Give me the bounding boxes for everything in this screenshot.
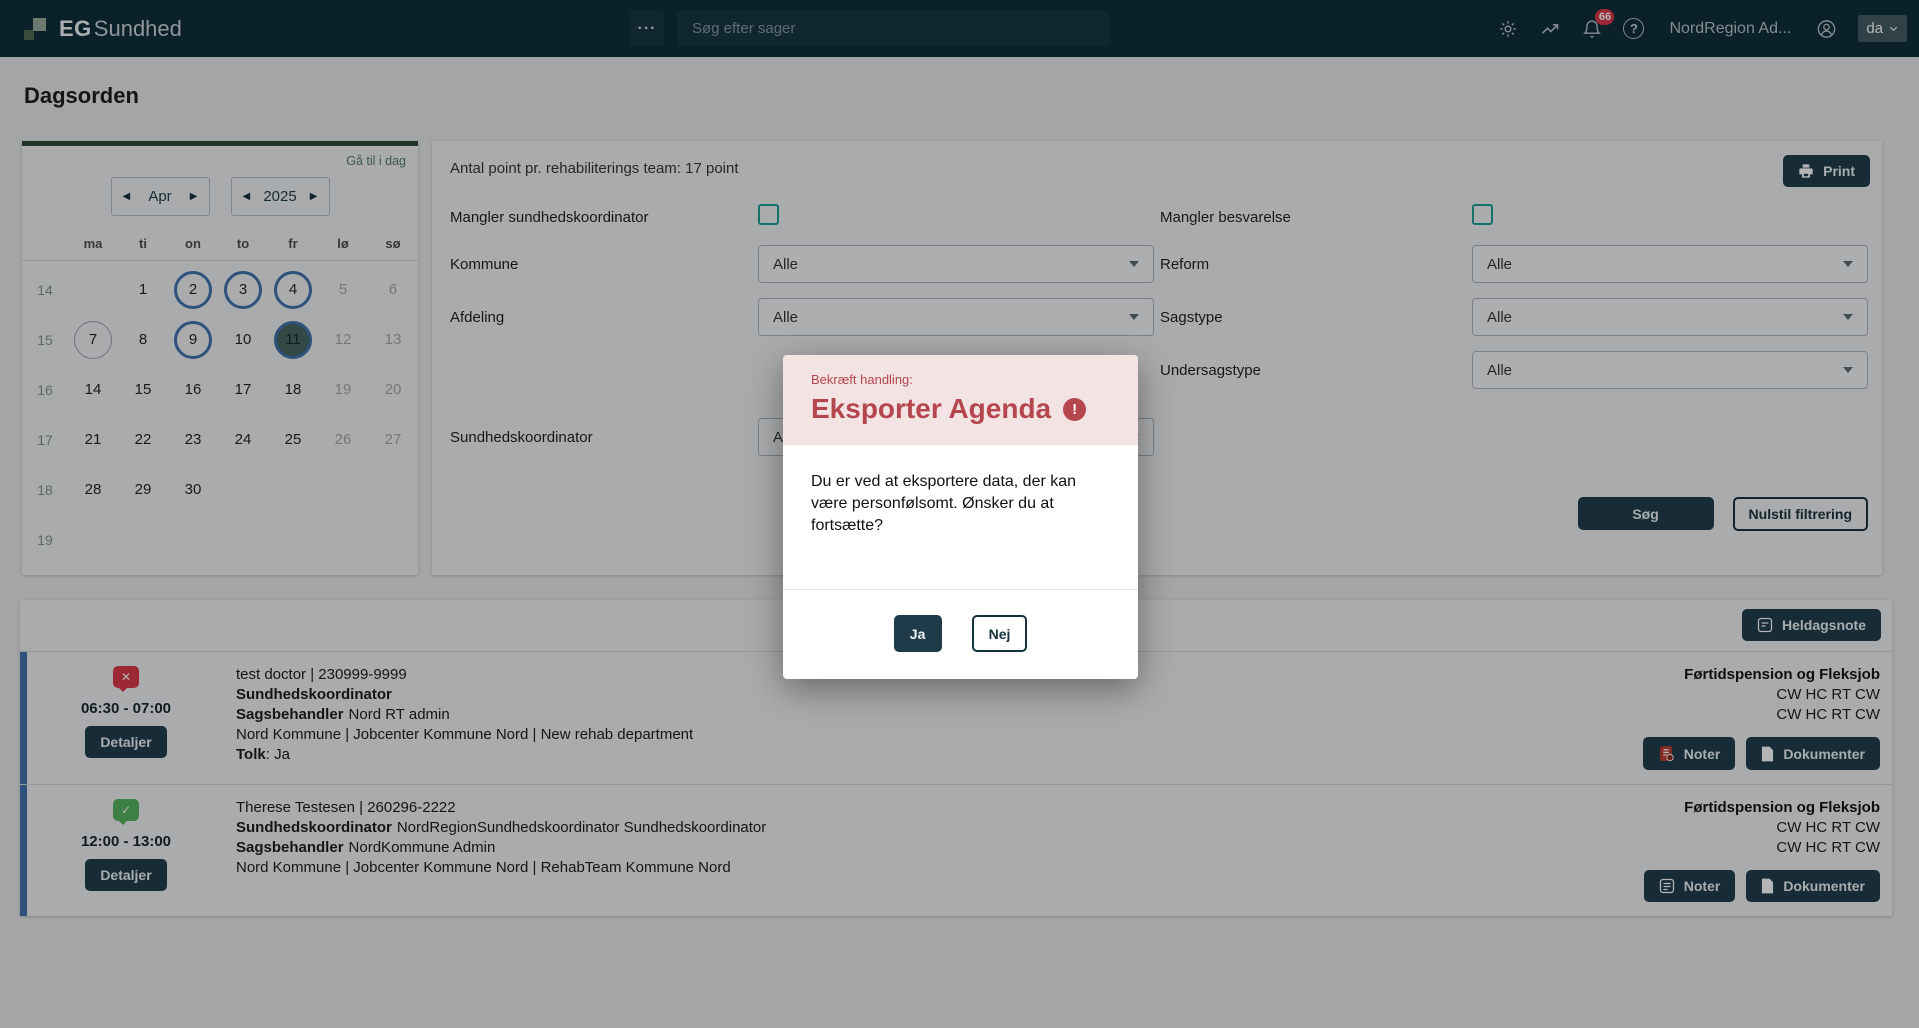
modal-title: Eksporter Agenda	[811, 393, 1051, 425]
modal-kicker: Bekræft handling:	[811, 372, 1110, 387]
confirm-export-modal: Bekræft handling: Eksporter Agenda ! Du …	[783, 355, 1138, 679]
confirm-no-button[interactable]: Nej	[972, 615, 1028, 652]
confirm-yes-button[interactable]: Ja	[894, 615, 942, 652]
modal-footer: Ja Nej	[783, 589, 1138, 679]
modal-header: Bekræft handling: Eksporter Agenda !	[783, 355, 1138, 445]
page: EGSundhed ··· 66 ? NordRegion Ad... da	[0, 0, 1919, 1028]
modal-body-text: Du er ved at eksportere data, der kan væ…	[783, 445, 1138, 589]
warning-exclamation-icon: !	[1063, 398, 1086, 421]
